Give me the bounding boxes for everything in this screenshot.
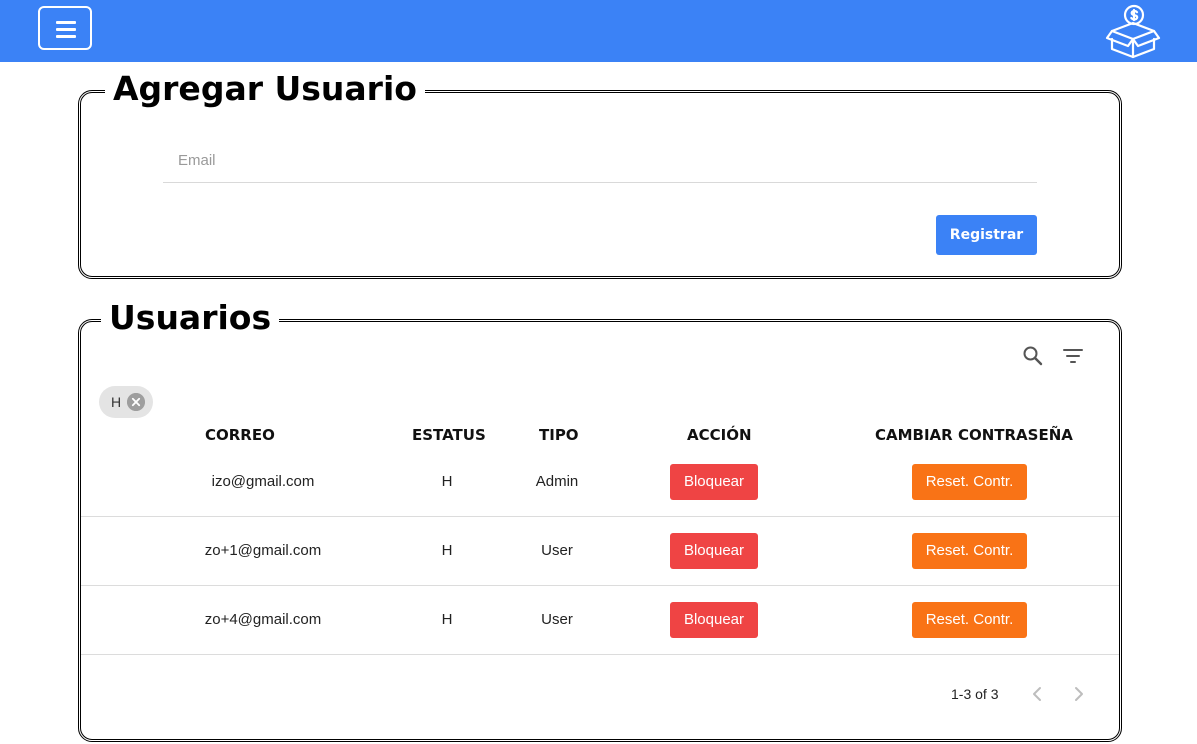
filter-chip[interactable]: H: [99, 386, 153, 418]
cell-accion: Bloquear: [669, 585, 759, 654]
search-icon[interactable]: [1021, 344, 1045, 368]
cell-estatus: H: [441, 611, 453, 628]
column-header-correo[interactable]: CORREO: [205, 426, 275, 444]
reset-password-button[interactable]: Reset. Contr.: [912, 532, 1027, 569]
table-row: izo@gmail.com H Admin Bloquear Reset. Co…: [81, 447, 1119, 517]
cell-tipo: User: [541, 542, 573, 559]
reset-password-button[interactable]: Reset. Contr.: [912, 463, 1027, 500]
email-field[interactable]: [163, 139, 1037, 181]
cell-cambiar: Reset. Contr.: [911, 447, 1028, 516]
users-title: Usuarios: [101, 298, 280, 338]
cell-accion: Bloquear: [669, 447, 759, 516]
table-row: zo+1@gmail.com H User Bloquear Reset. Co…: [81, 516, 1119, 586]
hamburger-menu-icon[interactable]: [38, 6, 92, 50]
cell-correo: izo@gmail.com: [211, 473, 315, 490]
cell-cambiar: Reset. Contr.: [911, 516, 1028, 585]
add-user-section: Agregar Usuario Registrar: [78, 69, 1122, 279]
cell-correo: zo+1@gmail.com: [204, 542, 322, 559]
cell-tipo: Admin: [535, 473, 579, 490]
cell-tipo: User: [541, 611, 573, 628]
column-header-cambiar-contrasena[interactable]: CAMBIAR CONTRASEÑA: [875, 426, 1073, 444]
block-user-button[interactable]: Bloquear: [670, 463, 758, 500]
cell-cambiar: Reset. Contr.: [911, 585, 1028, 654]
register-button[interactable]: Registrar: [936, 215, 1037, 255]
block-user-button[interactable]: Bloquear: [670, 601, 758, 638]
column-header-accion[interactable]: ACCIÓN: [687, 426, 752, 444]
cell-estatus: H: [441, 542, 453, 559]
table-row: zo+4@gmail.com H User Bloquear Reset. Co…: [81, 585, 1119, 655]
cell-estatus: H: [441, 473, 453, 490]
money-box-icon[interactable]: [1104, 3, 1162, 59]
add-user-title: Agregar Usuario: [105, 69, 425, 109]
filter-chip-label: H: [111, 394, 122, 410]
chip-remove-icon[interactable]: [127, 393, 145, 411]
cell-accion: Bloquear: [669, 516, 759, 585]
email-field-wrapper: [163, 139, 1037, 183]
pagination-text: 1-3 of 3: [951, 686, 999, 702]
top-app-bar: [0, 0, 1197, 62]
users-section: Usuarios H CORREO ESTATUS TIPO ACCIÓN CA…: [78, 298, 1122, 742]
chevron-left-icon[interactable]: [1029, 685, 1047, 703]
cell-correo: zo+4@gmail.com: [204, 611, 322, 628]
filter-icon[interactable]: [1061, 344, 1085, 368]
column-header-estatus[interactable]: ESTATUS: [412, 426, 486, 444]
block-user-button[interactable]: Bloquear: [670, 532, 758, 569]
column-header-tipo[interactable]: TIPO: [539, 426, 579, 444]
reset-password-button[interactable]: Reset. Contr.: [912, 601, 1027, 638]
chevron-right-icon[interactable]: [1069, 685, 1087, 703]
